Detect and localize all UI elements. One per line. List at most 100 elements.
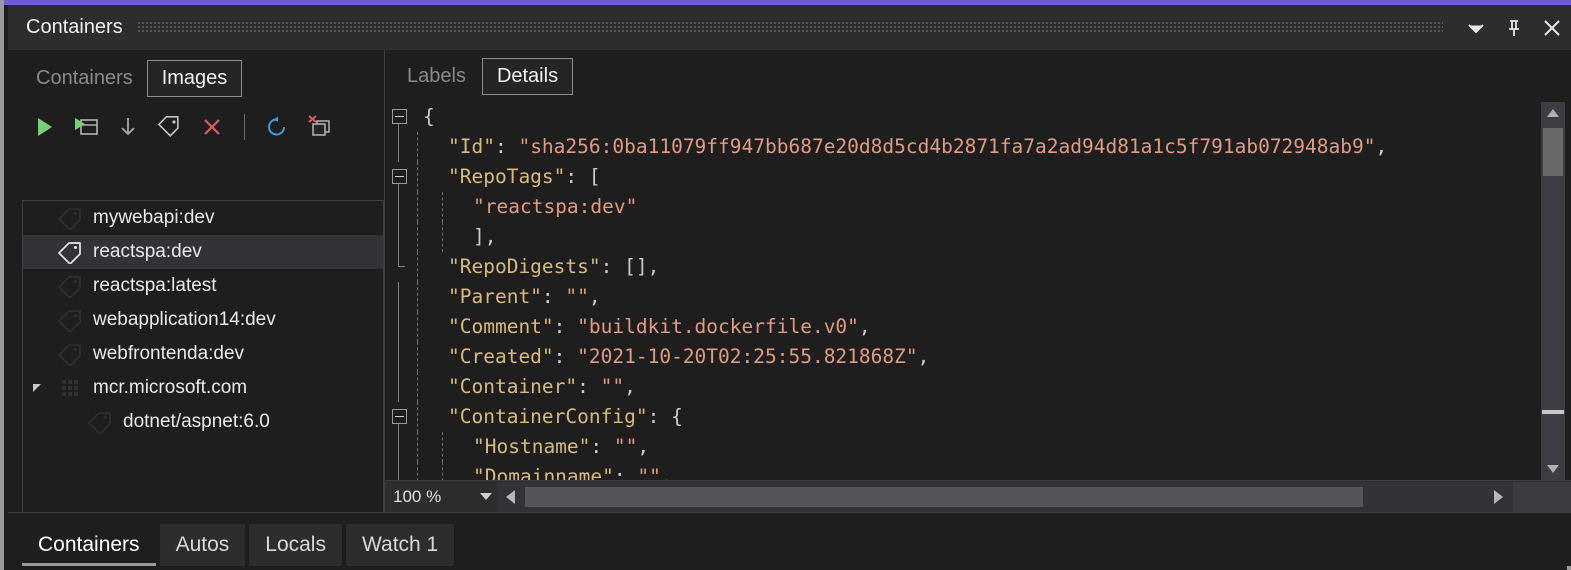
json-line: "ContainerConfig": { xyxy=(385,402,1387,432)
zoom-level-combobox[interactable]: 100 % xyxy=(385,481,497,512)
tree-row[interactable]: mywebapi:dev xyxy=(23,201,383,235)
gutter-guide xyxy=(385,462,413,480)
indent-guide xyxy=(413,312,438,342)
json-token-k: "Created" xyxy=(448,345,554,368)
gutter-guide xyxy=(385,252,413,282)
indent-guide xyxy=(413,432,438,462)
json-token-pun: , xyxy=(588,285,601,308)
collapse-toggle-icon[interactable] xyxy=(385,402,413,432)
horizontal-scrollbar[interactable] xyxy=(497,481,1571,512)
json-token-pun: : xyxy=(494,135,519,158)
pull-icon[interactable] xyxy=(114,113,142,141)
json-token-s: "buildkit.dockerfile.v0" xyxy=(577,315,859,338)
tab-containers[interactable]: Containers xyxy=(26,61,143,96)
json-token-s: "" xyxy=(565,285,589,308)
refresh-icon[interactable] xyxy=(263,113,291,141)
tab-labels[interactable]: Labels xyxy=(397,59,476,94)
tag-icon xyxy=(53,337,87,371)
json-line: "RepoTags": [ xyxy=(385,162,1387,192)
run-icon[interactable] xyxy=(30,113,58,141)
json-line: "Comment": "buildkit.dockerfile.v0", xyxy=(385,312,1387,342)
indent-guide xyxy=(413,282,438,312)
indent-guide xyxy=(413,402,438,432)
tab-details[interactable]: Details xyxy=(481,57,574,95)
json-token-k: "RepoDigests" xyxy=(448,255,601,278)
gutter-guide xyxy=(385,282,413,312)
prune-images-icon[interactable] xyxy=(305,113,333,141)
collapse-toggle-icon[interactable] xyxy=(385,102,413,132)
scroll-down-icon[interactable] xyxy=(1541,458,1565,480)
json-token-pun: , xyxy=(637,435,650,458)
bottom-tab-label: Containers xyxy=(38,533,140,556)
gutter-guide xyxy=(385,222,413,252)
json-token-pun: : xyxy=(590,435,614,458)
images-pane: Containers Images mywebapi:dev reactspa:… xyxy=(8,50,384,512)
tree-row-label: webfrontenda:dev xyxy=(93,343,245,364)
chevron-down-icon[interactable] xyxy=(1457,5,1495,50)
json-line: "Created": "2021-10-20T02:25:55.821868Z"… xyxy=(385,342,1387,372)
json-line: "Hostname": "", xyxy=(385,432,1387,462)
tree-row[interactable]: webfrontenda:dev xyxy=(23,337,383,371)
json-token-pun: { xyxy=(671,405,683,428)
json-status-bar: 100 % xyxy=(385,480,1571,512)
tree-row[interactable]: reactspa:latest xyxy=(23,269,383,303)
json-token-k: "Hostname" xyxy=(473,435,591,458)
chevron-down-icon[interactable] xyxy=(475,492,497,501)
images-tree[interactable]: mywebapi:dev reactspa:dev reactspa:latest w… xyxy=(22,200,384,512)
tree-row[interactable]: dotnet/aspnet:6.0 xyxy=(23,405,383,439)
indent-guide xyxy=(438,462,463,480)
tree-row[interactable]: reactspa:dev xyxy=(23,235,383,269)
json-scroll-area: {"Id": "sha256:0ba11079ff947bb687e20d8d5… xyxy=(385,102,1537,480)
tab-images[interactable]: Images xyxy=(146,59,243,97)
bottom-tab-containers[interactable]: Containers xyxy=(22,524,156,566)
scroll-right-icon[interactable] xyxy=(1485,482,1511,512)
scroll-up-icon[interactable] xyxy=(1541,102,1565,124)
json-code[interactable]: {"Id": "sha256:0ba11079ff947bb687e20d8d5… xyxy=(385,102,1387,480)
run-interactive-icon[interactable] xyxy=(72,113,100,141)
tree-row-label: webapplication14:dev xyxy=(93,309,276,330)
json-token-s: "" xyxy=(613,435,638,458)
left-pane-tablist: Containers Images xyxy=(8,50,384,106)
close-icon[interactable] xyxy=(1533,5,1571,50)
tree-row[interactable]: webapplication14:dev xyxy=(23,303,383,337)
expander-icon[interactable] xyxy=(23,371,53,405)
vertical-scroll-thumb[interactable] xyxy=(1543,128,1563,176)
json-token-k: "ContainerConfig" xyxy=(448,405,648,428)
json-token-pun: : xyxy=(565,165,589,188)
scroll-left-icon[interactable] xyxy=(497,482,523,512)
json-token-pun: [], xyxy=(624,255,660,278)
json-token-s: "" xyxy=(600,375,625,398)
json-token-pun: : xyxy=(553,345,578,368)
debugger-tool-tabs: Containers Autos Locals Watch 1 xyxy=(8,512,1571,566)
tag-icon xyxy=(53,201,87,235)
gutter-guide xyxy=(385,312,413,342)
remove-icon[interactable] xyxy=(198,113,226,141)
bottom-tab-watch-1[interactable]: Watch 1 xyxy=(345,524,455,566)
json-token-pun: , xyxy=(660,465,673,480)
pin-icon[interactable] xyxy=(1495,5,1533,50)
images-toolbar xyxy=(8,106,384,148)
json-token-k: "Comment" xyxy=(448,315,554,338)
bottom-tab-locals[interactable]: Locals xyxy=(249,524,342,566)
json-token-pun: : xyxy=(613,465,638,480)
bottom-tab-autos[interactable]: Autos xyxy=(159,524,246,566)
json-line: "Domainname": "", xyxy=(385,462,1387,480)
collapse-toggle-icon[interactable] xyxy=(385,162,413,192)
json-token-pun: : xyxy=(600,255,625,278)
tag-icon[interactable] xyxy=(156,113,184,141)
horizontal-scroll-thumb[interactable] xyxy=(525,486,1363,507)
bottom-tab-label: Locals xyxy=(265,533,326,556)
tag-icon xyxy=(53,235,87,269)
toolbar-separator xyxy=(244,114,245,140)
tool-window-title: Containers xyxy=(26,16,123,38)
indent-guide xyxy=(413,192,438,222)
tree-row[interactable]: mcr.microsoft.com xyxy=(23,371,383,405)
gutter-guide xyxy=(385,132,413,162)
tree-row-label: mywebapi:dev xyxy=(93,207,215,228)
titlebar-drag-grip[interactable] xyxy=(136,21,1443,34)
gutter-guide xyxy=(385,432,413,462)
vertical-scrollbar[interactable] xyxy=(1541,102,1565,480)
